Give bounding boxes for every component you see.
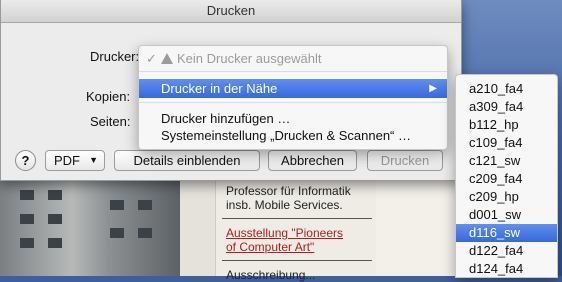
printer-item[interactable]: a309_fa4 (456, 98, 557, 116)
menu-item-current-printer[interactable]: ✓ Kein Drucker ausgewählt (139, 49, 447, 68)
pdf-menu-button[interactable]: PDF ▼ (45, 150, 105, 171)
menu-item-nearby-printers[interactable]: Drucker in der Nähe ▶ (139, 79, 447, 98)
dialog-title: Drucken (1, 0, 461, 23)
menu-item-system-prefs[interactable]: Systemeinstellung „Drucken & Scannen“ … (139, 126, 447, 145)
current-printer-label: Kein Drucker ausgewählt (177, 51, 322, 66)
printer-item[interactable]: a210_fa4 (456, 80, 557, 98)
print-button[interactable]: Drucken (367, 150, 443, 171)
background-text-2: Ausschreibung... (226, 268, 316, 282)
nearby-printers-submenu: a210_fa4 a309_fa4 b112_hp c109_fa4 c121_… (455, 74, 558, 278)
background-column (180, 170, 215, 276)
building-photo (0, 170, 180, 276)
background-text-column: Professor für Informatik insb. Mobile Ser… (215, 170, 376, 282)
printer-label: Drucker: (90, 49, 140, 64)
pdf-label: PDF (54, 153, 80, 168)
printer-item[interactable]: d001_sw (456, 206, 557, 224)
warning-icon (161, 53, 173, 64)
copies-label: Kopien: (86, 89, 131, 104)
printer-item[interactable]: c209_hp (456, 188, 557, 206)
chevron-down-icon: ▼ (89, 155, 98, 165)
submenu-arrow-icon: ▶ (429, 83, 437, 94)
printer-item[interactable]: c121_sw (456, 152, 557, 170)
background-link[interactable]: Ausstellung "Pioneers of Computer Art" (226, 226, 343, 254)
checkmark-icon: ✓ (146, 51, 157, 66)
nearby-printers-label: Drucker in der Nähe (161, 81, 278, 96)
background-text: Professor für Informatik insb. Mobile Ser… (226, 184, 351, 212)
cancel-button[interactable]: Abbrechen (268, 150, 357, 171)
printer-item[interactable]: c109_fa4 (456, 134, 557, 152)
printer-item[interactable]: d124_fa4 (456, 260, 557, 278)
printer-popup-menu: ✓ Kein Drucker ausgewählt Drucker in der… (138, 45, 448, 150)
printer-item[interactable]: c209_fa4 (456, 170, 557, 188)
printer-item[interactable]: d122_fa4 (456, 242, 557, 260)
system-prefs-label: Systemeinstellung „Drucken & Scannen“ … (161, 128, 412, 143)
details-button[interactable]: Details einblenden (114, 150, 260, 171)
printer-item[interactable]: b112_hp (456, 116, 557, 134)
pages-label: Seiten: (90, 114, 131, 129)
printer-item-selected[interactable]: d116_sw (456, 224, 557, 242)
help-button[interactable]: ? (15, 150, 36, 171)
